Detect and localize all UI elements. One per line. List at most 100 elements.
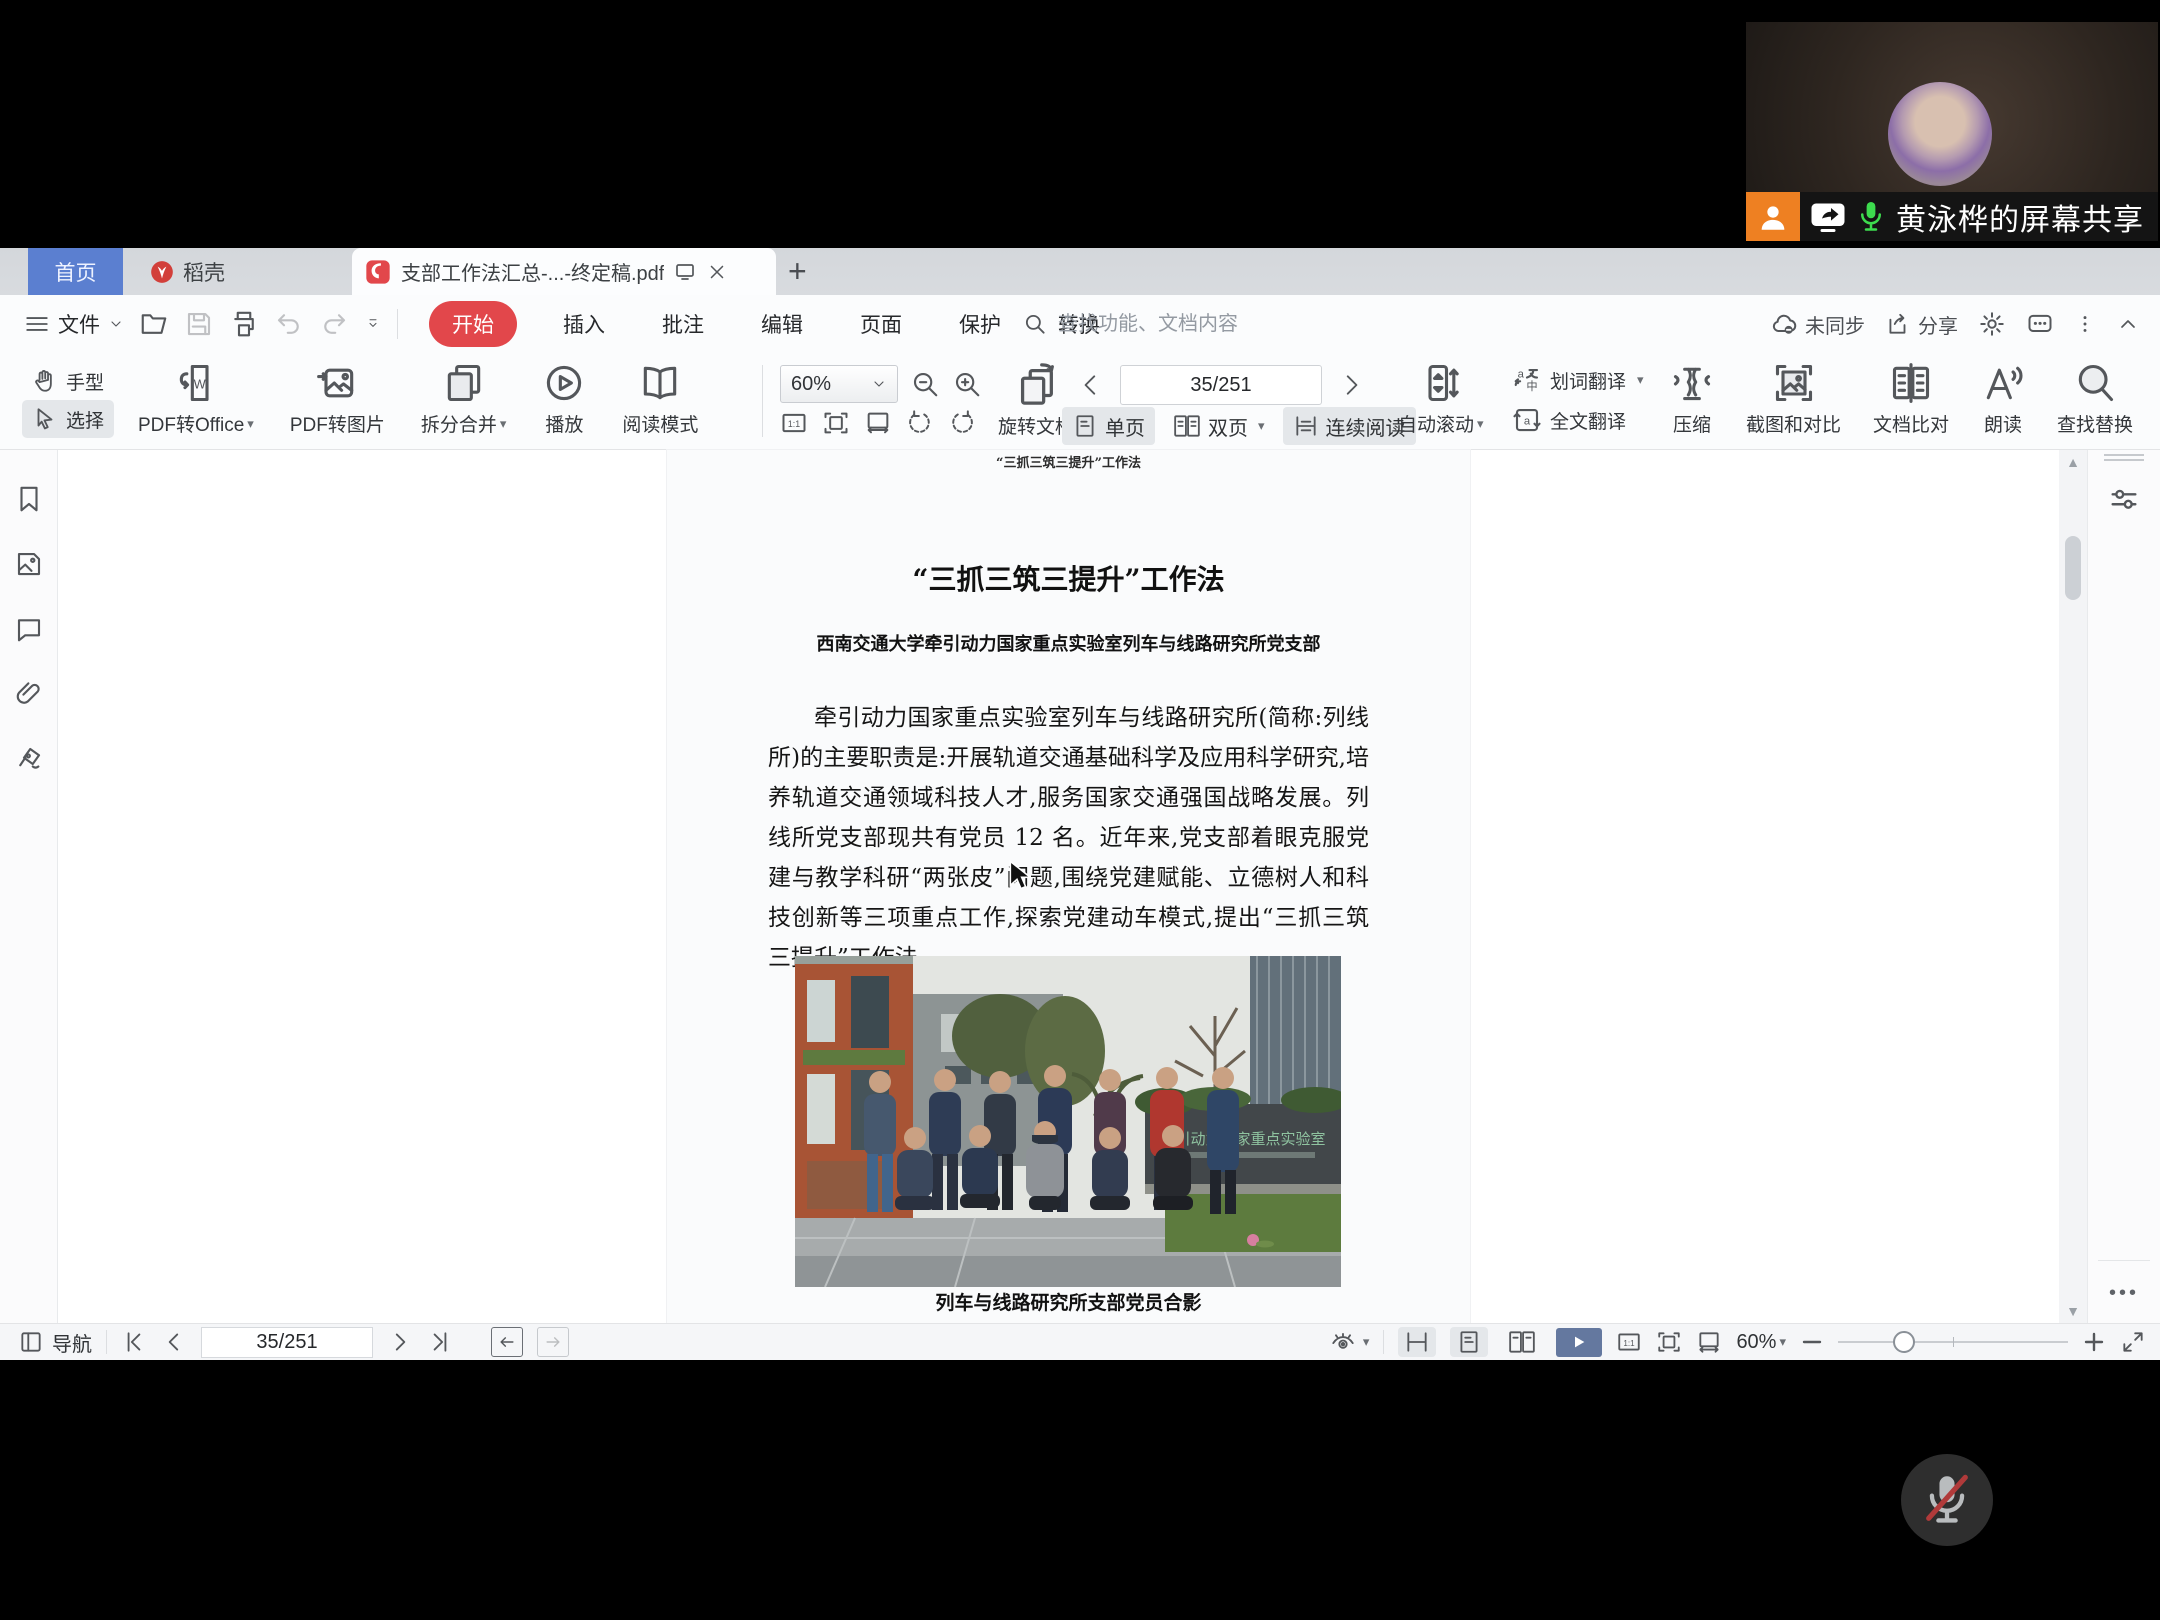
rotate-right-icon[interactable]	[948, 409, 976, 437]
settings-gear-icon[interactable]	[1978, 310, 2006, 338]
tab-edit[interactable]: 编辑	[761, 309, 803, 339]
screenshot-compare-icon	[1772, 361, 1816, 405]
status-continuous-toggle[interactable]	[1398, 1327, 1436, 1357]
print-icon[interactable]	[229, 309, 259, 339]
split-merge-button[interactable]: 拆分合并▾	[421, 361, 507, 437]
collapse-ribbon-icon[interactable]	[2116, 312, 2140, 336]
zoom-increase-icon[interactable]	[2082, 1330, 2106, 1354]
open-file-icon[interactable]	[139, 309, 169, 339]
tab-comment[interactable]: 批注	[662, 309, 704, 339]
previous-page-icon[interactable]	[161, 1329, 187, 1355]
rotate-left-icon[interactable]	[906, 409, 934, 437]
dropdown-arrow-icon: ▾	[1258, 418, 1265, 434]
tab-insert[interactable]: 插入	[563, 309, 605, 339]
attachments-icon[interactable]	[14, 679, 44, 709]
save-icon[interactable]	[184, 309, 214, 339]
tab-page[interactable]: 页面	[860, 309, 902, 339]
first-page-icon[interactable]	[121, 1329, 147, 1355]
continuous-read-toggle[interactable]: 连续阅读	[1283, 407, 1416, 445]
prev-page-icon[interactable]	[1078, 372, 1104, 398]
hand-tool-button[interactable]: 手型	[22, 362, 114, 400]
single-page-toggle[interactable]: 单页	[1062, 407, 1155, 445]
panel-drag-handle[interactable]	[2104, 454, 2144, 456]
zoom-slider-knob[interactable]	[1893, 1331, 1915, 1353]
tab-home[interactable]: 首页	[28, 248, 123, 295]
tab-document[interactable]: 支部工作法汇总-...-终定稿.pdf	[352, 248, 776, 295]
status-page-indicator: 35/251	[256, 1331, 317, 1354]
actual-size-icon[interactable]: 1:1	[780, 409, 808, 437]
zoom-slider[interactable]	[1838, 1327, 2068, 1357]
play-button[interactable]: 播放	[542, 361, 586, 437]
status-zoom-select[interactable]: 60% ▾	[1736, 1331, 1786, 1354]
screenshot-compare-button[interactable]: 截图和对比	[1746, 361, 1841, 437]
status-page-indicator-box[interactable]: 35/251	[201, 1327, 373, 1358]
scroll-down-arrow[interactable]: ▼	[2059, 1303, 2087, 1319]
signature-icon[interactable]	[14, 744, 44, 774]
sync-status[interactable]: 未同步	[1770, 310, 1865, 339]
adjust-sliders-icon[interactable]	[2107, 483, 2141, 517]
zoom-out-icon[interactable]	[910, 369, 940, 399]
auto-scroll-button[interactable]: 自动滚动▾	[1398, 361, 1484, 437]
more-menu-icon[interactable]	[2074, 313, 2096, 335]
word-translate-button[interactable]: a中 划词翻译 ▾	[1512, 365, 1644, 395]
status-double-page-toggle[interactable]	[1502, 1327, 1542, 1357]
fit-page-icon[interactable]	[1656, 1329, 1682, 1355]
last-page-icon[interactable]	[427, 1329, 453, 1355]
full-translate-button[interactable]: a 全文翻译	[1512, 405, 1644, 435]
more-quick-tools-icon[interactable]	[364, 315, 382, 333]
tab-docer[interactable]: 稻壳	[123, 248, 251, 295]
pdf-to-office-button[interactable]: W PDF转Office▾	[138, 361, 254, 437]
tab-display-icon[interactable]	[673, 260, 697, 284]
page-indicator-box[interactable]: 35/251	[1120, 365, 1322, 405]
next-page-icon[interactable]	[387, 1329, 413, 1355]
select-tool-button[interactable]: 选择	[22, 400, 114, 438]
compress-button[interactable]: 压缩	[1670, 361, 1714, 437]
fit-page-icon[interactable]	[822, 409, 850, 437]
read-aloud-button[interactable]: 朗读	[1981, 361, 2025, 437]
fit-width-icon[interactable]	[864, 409, 892, 437]
next-page-icon[interactable]	[1338, 372, 1364, 398]
read-mode-button[interactable]: 阅读模式	[622, 361, 698, 437]
tab-start[interactable]: 开始	[429, 301, 517, 347]
thumbnails-icon[interactable]	[14, 549, 44, 579]
search-bar[interactable]	[1022, 295, 1340, 353]
vertical-scrollbar[interactable]: ▲ ▼	[2059, 450, 2087, 1323]
feedback-chat-icon[interactable]	[2026, 310, 2054, 338]
svg-text:a: a	[1524, 415, 1531, 427]
fullscreen-icon[interactable]	[2120, 1329, 2146, 1355]
status-single-page-toggle[interactable]	[1450, 1327, 1488, 1357]
pdf-to-image-button[interactable]: PDF转图片	[290, 361, 385, 437]
fit-width-icon[interactable]	[1696, 1329, 1722, 1355]
ribbon-toolbar: 手型 选择 W PDF转Office▾ PDF转图片 拆分合并▾ 播放	[0, 353, 2160, 450]
double-page-toggle[interactable]: 双页 ▾	[1163, 407, 1275, 445]
actual-size-icon[interactable]: 1:1	[1616, 1329, 1642, 1355]
zoom-decrease-icon[interactable]	[1800, 1330, 1824, 1354]
bookmarks-icon[interactable]	[14, 484, 44, 514]
eye-protection-button[interactable]: ▾	[1330, 1329, 1370, 1355]
file-menu[interactable]: 文件	[24, 309, 124, 339]
search-input[interactable]	[1056, 312, 1340, 337]
zoom-select[interactable]: 60%	[780, 365, 898, 403]
history-back-button[interactable]	[491, 1327, 523, 1357]
undo-icon[interactable]	[274, 309, 304, 339]
doc-compare-button[interactable]: 文档比对	[1873, 361, 1949, 437]
tab-close-icon[interactable]	[706, 261, 728, 283]
redo-icon[interactable]	[319, 309, 349, 339]
scroll-up-arrow[interactable]: ▲	[2059, 454, 2087, 470]
tab-document-title: 支部工作法汇总-...-终定稿.pdf	[401, 257, 664, 286]
chevron-down-icon	[108, 316, 124, 332]
history-forward-button[interactable]	[537, 1327, 569, 1357]
comments-icon[interactable]	[14, 614, 44, 644]
mic-muted-button[interactable]	[1901, 1454, 1993, 1546]
scrollbar-thumb[interactable]	[2065, 536, 2081, 600]
new-tab-button[interactable]: +	[788, 248, 807, 295]
zoom-in-icon[interactable]	[952, 369, 982, 399]
page-indicator: 35/251	[1190, 374, 1251, 397]
panel-drag-handle[interactable]	[2104, 459, 2144, 461]
slideshow-play-button[interactable]	[1556, 1328, 1602, 1357]
navigation-button[interactable]: 导航	[18, 1328, 92, 1357]
find-replace-button[interactable]: 查找替换	[2057, 361, 2133, 437]
tab-protect[interactable]: 保护	[959, 309, 1001, 339]
more-tools-icon[interactable]: •••	[2088, 1282, 2160, 1305]
share-button[interactable]: 分享	[1885, 310, 1958, 339]
